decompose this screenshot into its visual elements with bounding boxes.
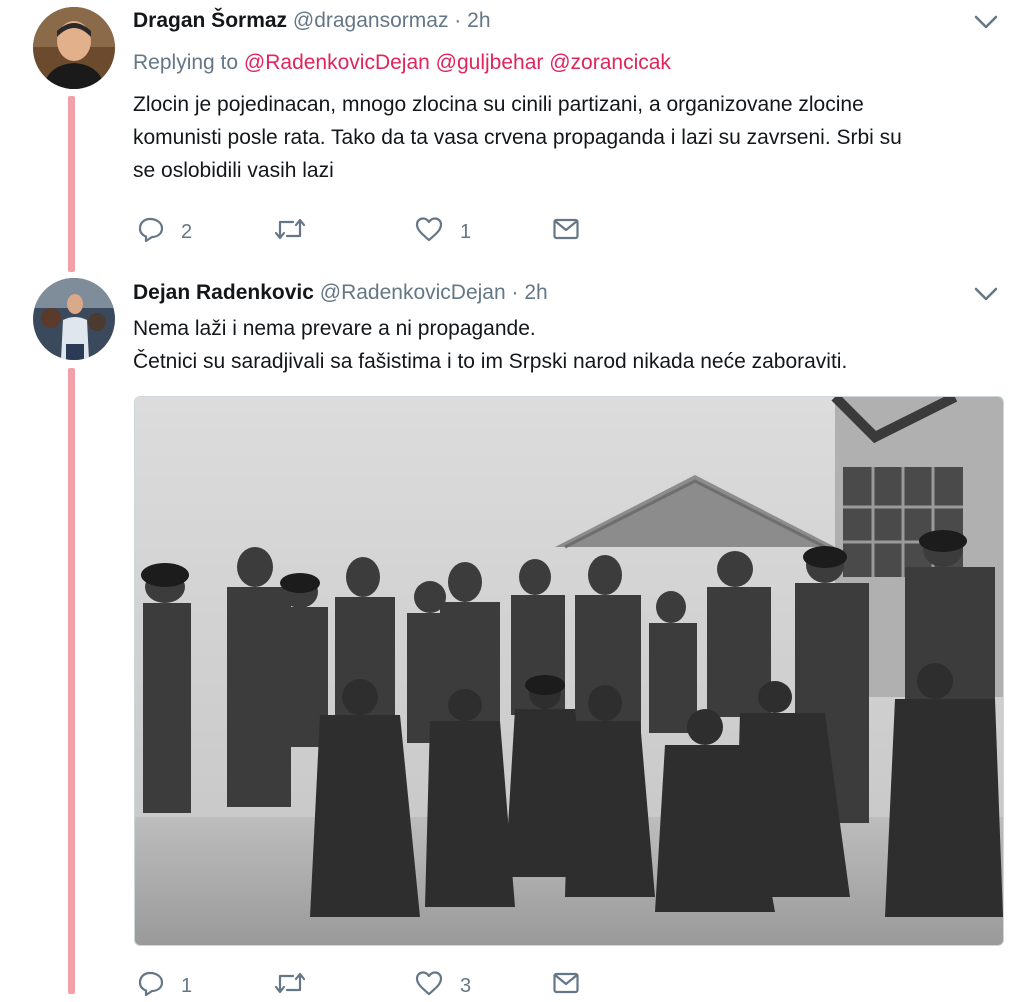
reply-count: 1 <box>181 974 193 997</box>
reply-count: 2 <box>181 220 193 243</box>
tweet-text: Nema laži i nema prevare a ni propagande… <box>133 312 1003 378</box>
reply-icon <box>137 969 165 997</box>
envelope-icon <box>551 215 581 243</box>
separator-dot: · <box>454 9 462 32</box>
like-button[interactable]: 1 <box>414 214 471 244</box>
tweet-text-line: Zlocin je pojedinacan, mnogo zlocina su … <box>133 93 864 116</box>
chevron-down-icon[interactable] <box>972 12 1000 32</box>
mention-link[interactable]: @zorancicak <box>549 51 671 74</box>
separator-dot: · <box>511 281 519 304</box>
user-handle[interactable]: @RadenkovicDejan <box>320 281 506 304</box>
replying-to: Replying to @RadenkovicDejan @guljbehar … <box>133 50 671 76</box>
envelope-icon <box>551 969 581 997</box>
retweet-icon <box>273 969 307 997</box>
tweet-text-line: se oslobidili vasih lazi <box>133 159 334 182</box>
tweet-text-line: Četnici su saradjivali sa fašistima i to… <box>133 350 848 373</box>
tweet-photo[interactable] <box>134 396 1004 946</box>
retweet-icon <box>273 215 307 243</box>
reply-icon <box>137 215 165 243</box>
replying-to-label: Replying to <box>133 51 239 74</box>
mention-link[interactable]: @guljbehar <box>436 51 544 74</box>
tweet-text: Zlocin je pojedinacan, mnogo zlocina su … <box>133 88 1003 187</box>
thread-line <box>68 96 75 272</box>
tweet-header: Dragan Šormaz @dragansormaz · 2h <box>133 8 491 34</box>
mention-link[interactable]: @RadenkovicDejan <box>244 51 430 74</box>
direct-message-button[interactable] <box>551 214 581 244</box>
like-count: 1 <box>460 220 472 243</box>
user-handle[interactable]: @dragansormaz <box>293 9 449 32</box>
heart-icon <box>414 215 444 243</box>
tweet-text-line: Nema laži i nema prevare a ni propagande… <box>133 317 536 340</box>
tweet-actions: 2 1 <box>133 214 613 248</box>
tweet-header: Dejan Radenkovic @RadenkovicDejan · 2h <box>133 280 548 306</box>
avatar[interactable] <box>33 7 115 89</box>
display-name[interactable]: Dragan Šormaz <box>133 9 287 32</box>
reply-button[interactable]: 2 <box>137 214 192 244</box>
tweet-text-line: komunisti posle rata. Tako da ta vasa cr… <box>133 126 902 149</box>
chevron-down-icon[interactable] <box>972 284 1000 304</box>
avatar[interactable] <box>33 278 115 360</box>
retweet-button[interactable] <box>273 214 323 244</box>
like-count: 3 <box>460 974 472 997</box>
heart-icon <box>414 969 444 997</box>
display-name[interactable]: Dejan Radenkovic <box>133 281 314 304</box>
timestamp[interactable]: 2h <box>467 9 490 32</box>
thread-line <box>68 368 75 994</box>
tweet-actions: 1 3 <box>133 968 613 1002</box>
timestamp[interactable]: 2h <box>524 281 547 304</box>
